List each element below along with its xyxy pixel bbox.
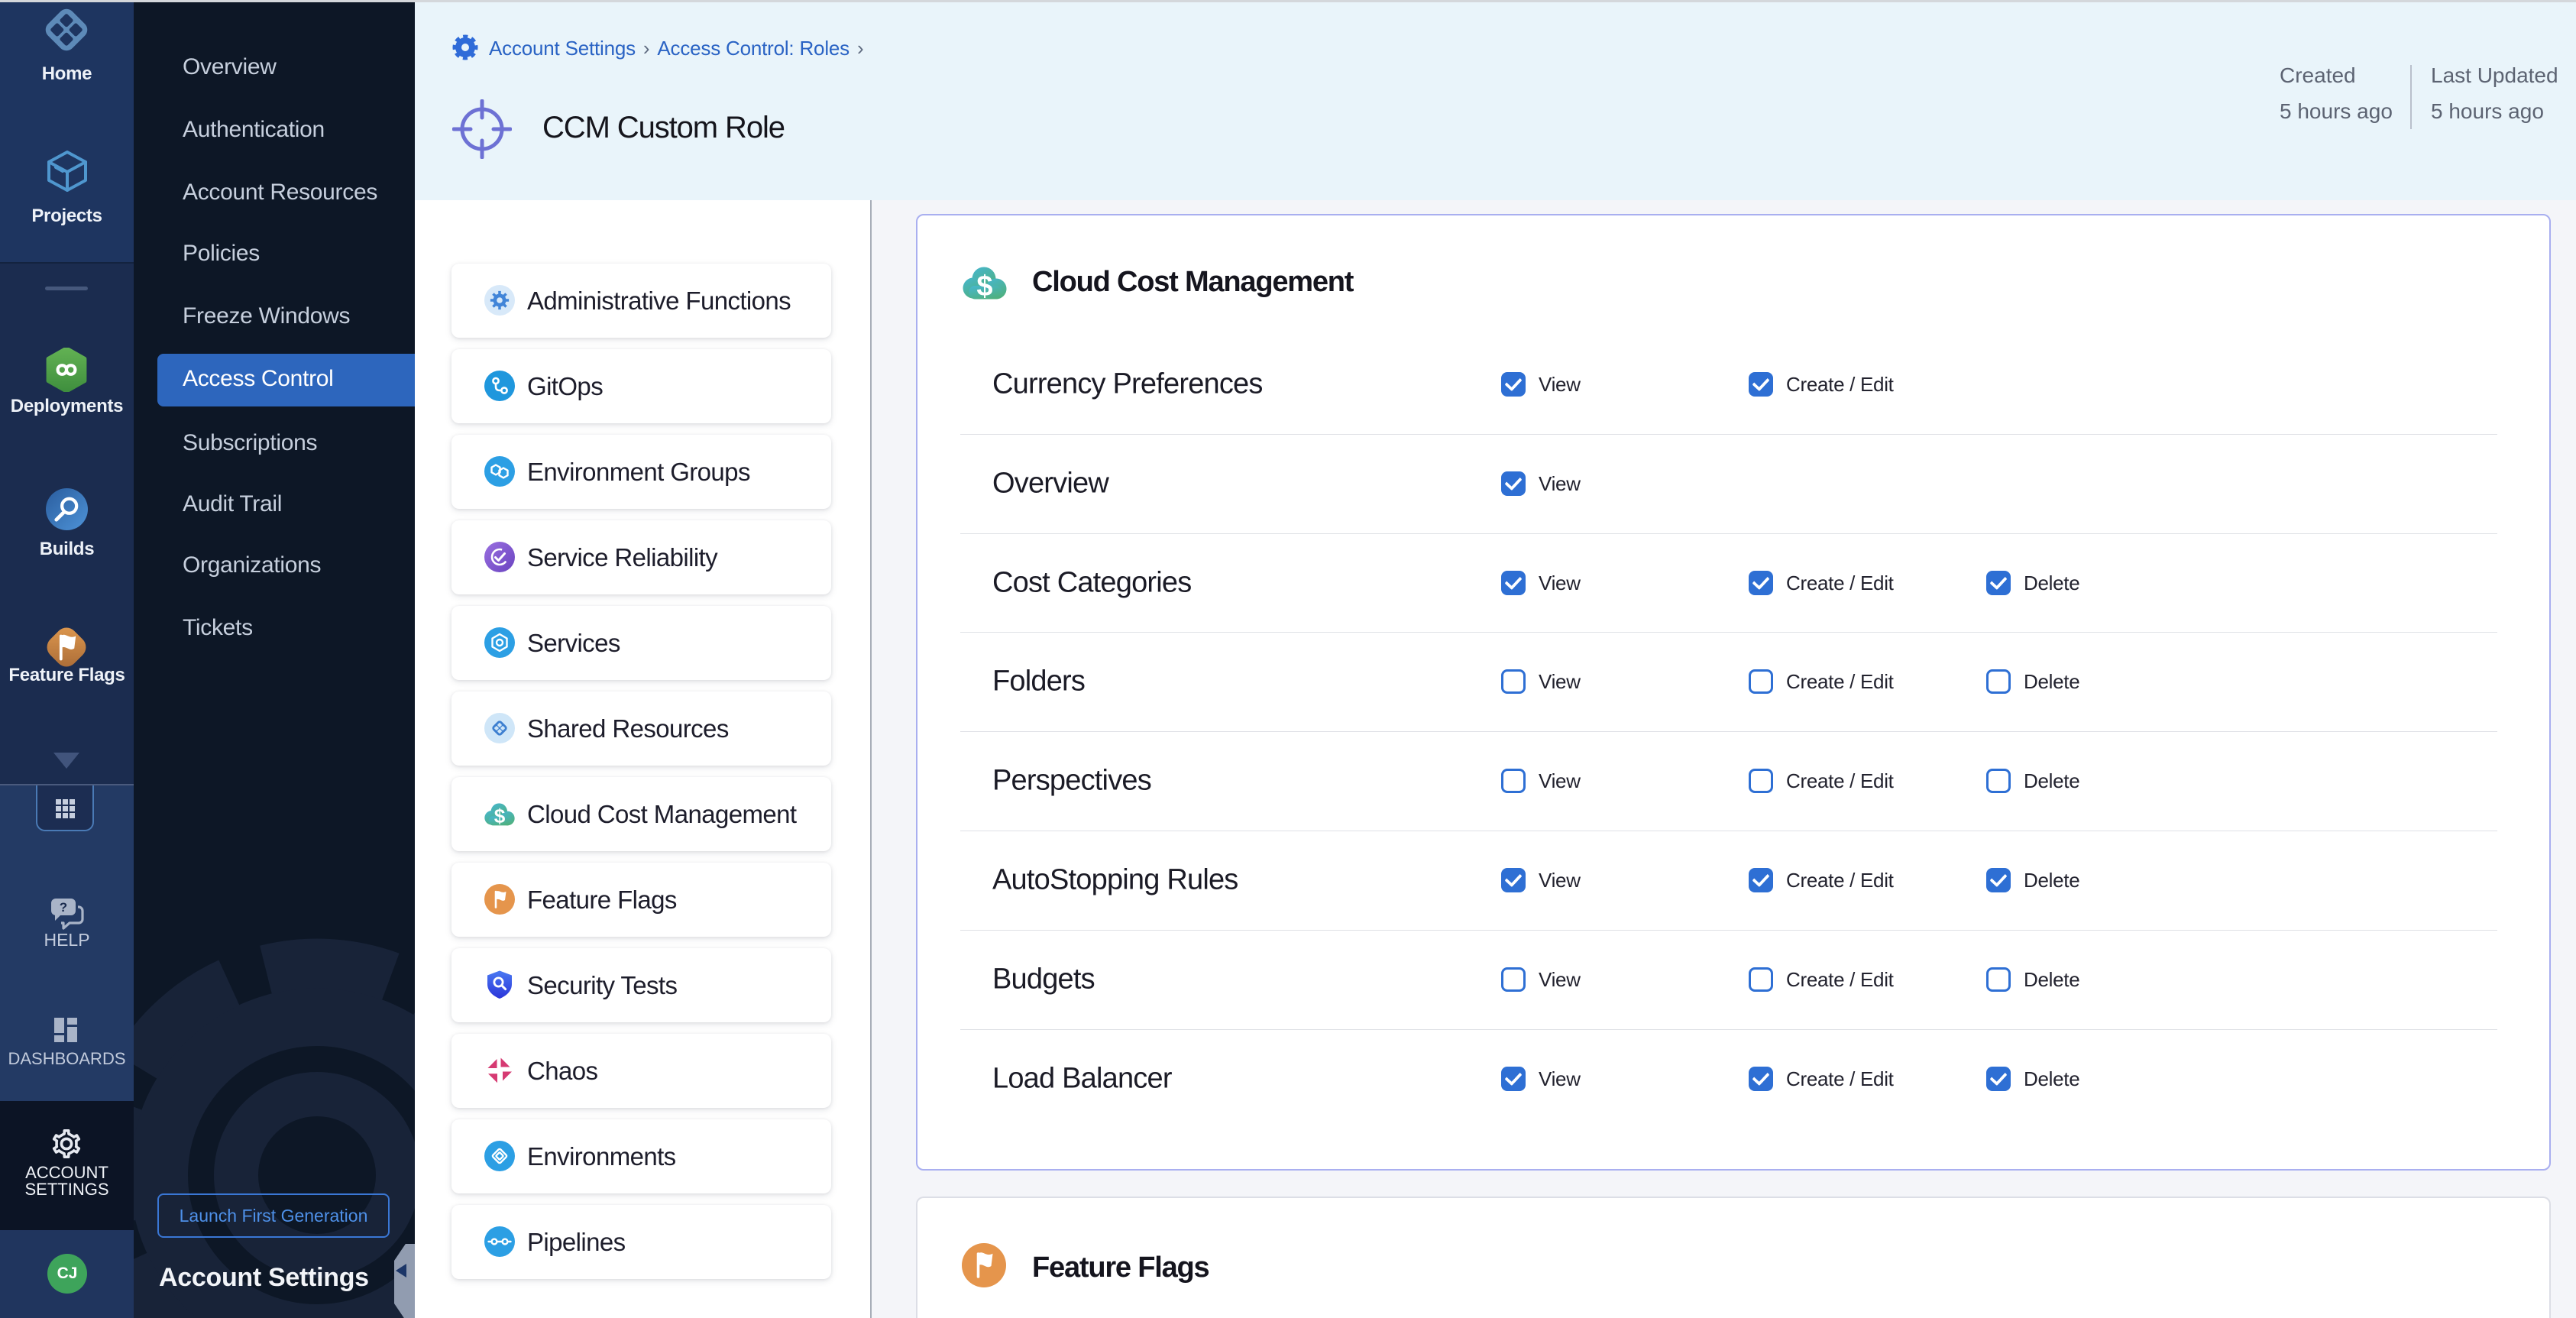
svg-text:$: $ [976,270,992,300]
svg-text:$: $ [494,805,506,826]
svg-text:?: ? [60,900,67,915]
